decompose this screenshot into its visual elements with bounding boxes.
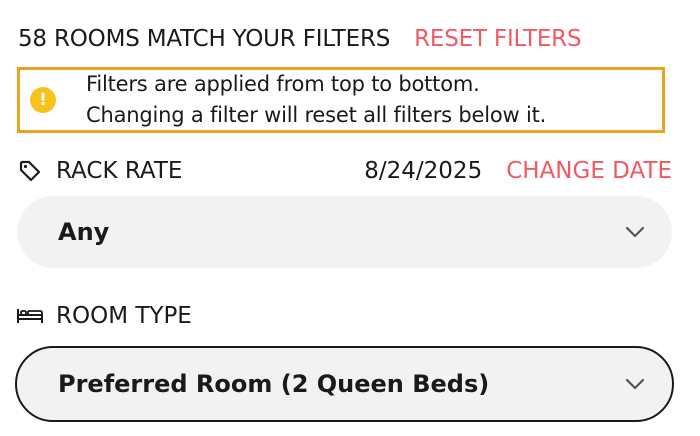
- rack-rate-date: 8/24/2025: [364, 158, 483, 184]
- rack-rate-header: RACK RATE 8/24/2025 CHANGE DATE: [16, 157, 672, 185]
- rack-rate-label: RACK RATE: [56, 158, 183, 184]
- notice-line-2: Changing a filter will reset all filters…: [86, 103, 547, 127]
- notice-line-1: Filters are applied from top to bottom.: [86, 72, 480, 96]
- reset-filters-link[interactable]: RESET FILTERS: [414, 26, 581, 52]
- rack-rate-select[interactable]: Any: [17, 196, 672, 268]
- filter-order-notice: ! Filters are applied from top to bottom…: [17, 67, 665, 133]
- room-type-label: ROOM TYPE: [56, 303, 192, 329]
- room-type-select[interactable]: Preferred Room (2 Queen Beds): [15, 346, 674, 422]
- results-count: 58 ROOMS MATCH YOUR FILTERS: [18, 26, 391, 52]
- exclamation-icon: !: [30, 87, 56, 113]
- room-filters-panel: 58 ROOMS MATCH YOUR FILTERS RESET FILTER…: [0, 0, 700, 436]
- rack-rate-selected-value: Any: [58, 218, 110, 246]
- change-date-link[interactable]: CHANGE DATE: [506, 158, 672, 184]
- chevron-down-icon: [624, 373, 646, 395]
- filters-summary: 58 ROOMS MATCH YOUR FILTERS RESET FILTER…: [18, 26, 582, 52]
- bed-icon: [16, 302, 44, 330]
- chevron-down-icon: [624, 221, 646, 243]
- room-type-selected-value: Preferred Room (2 Queen Beds): [58, 370, 490, 398]
- room-type-header: ROOM TYPE: [16, 302, 672, 330]
- price-tag-icon: [16, 157, 44, 185]
- notice-text: Filters are applied from top to bottom. …: [86, 69, 546, 131]
